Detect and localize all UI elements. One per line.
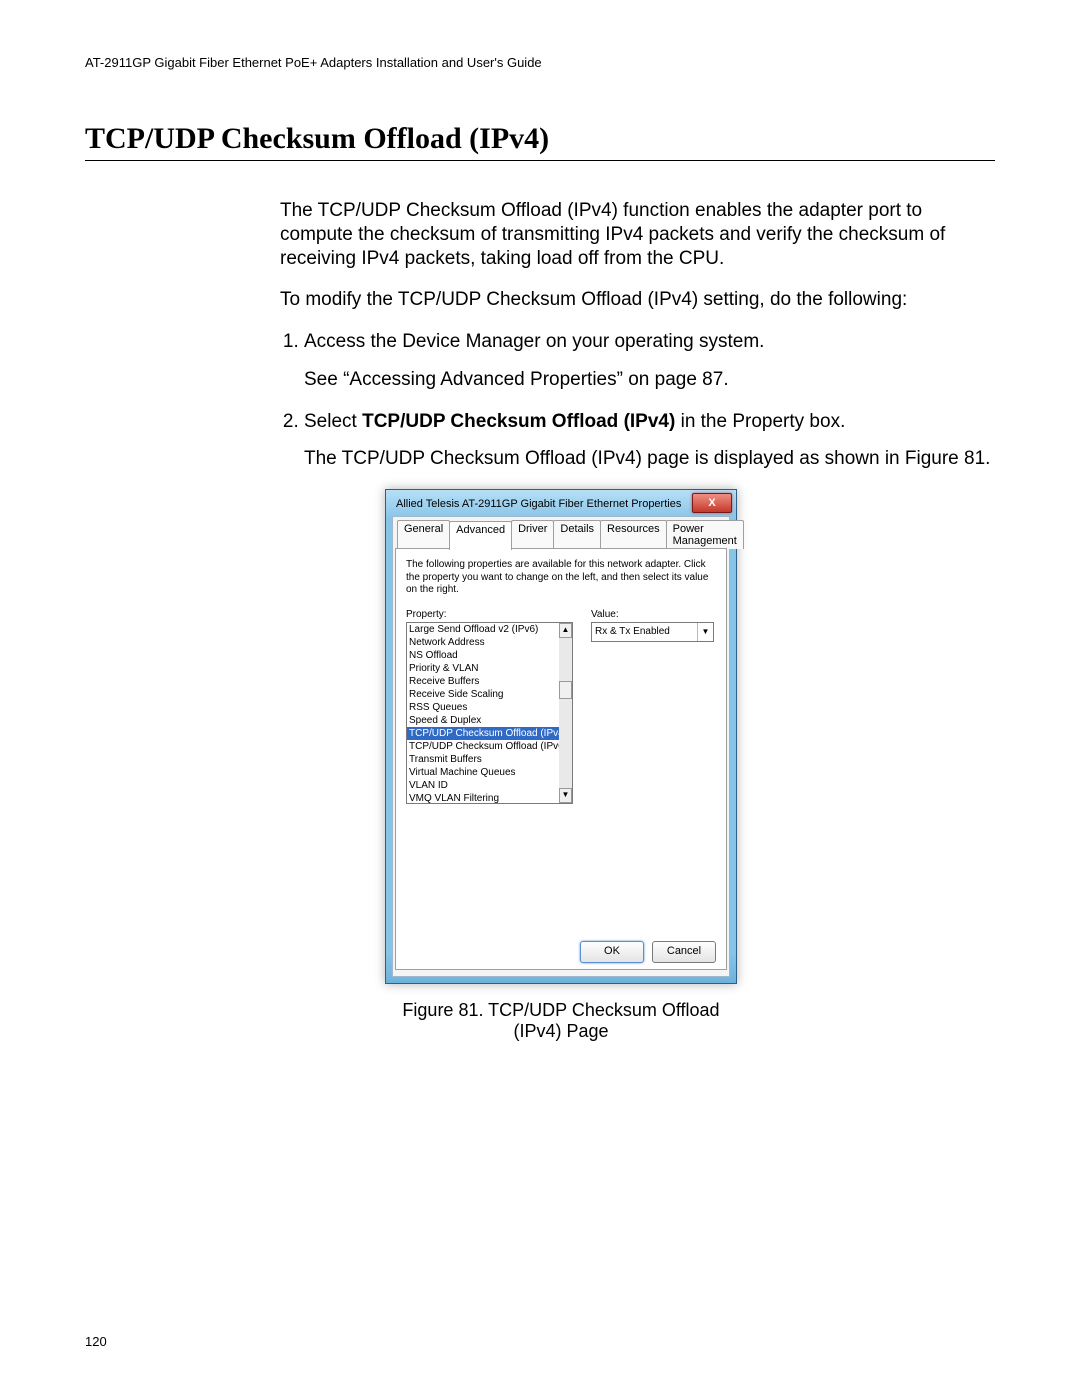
chevron-down-icon: ▼ bbox=[697, 623, 713, 641]
value-dropdown[interactable]: Rx & Tx Enabled ▼ bbox=[591, 622, 714, 642]
property-item[interactable]: Large Send Offload v2 (IPv6) bbox=[407, 623, 559, 636]
property-item[interactable]: TCP/UDP Checksum Offload (IPv6) bbox=[407, 740, 559, 753]
property-item[interactable]: Speed & Duplex bbox=[407, 714, 559, 727]
cancel-button[interactable]: Cancel bbox=[652, 941, 716, 963]
paragraph-instruction: To modify the TCP/UDP Checksum Offload (… bbox=[280, 288, 995, 312]
ok-button[interactable]: OK bbox=[580, 941, 644, 963]
tab-driver[interactable]: Driver bbox=[511, 520, 554, 549]
value-text: Rx & Tx Enabled bbox=[595, 626, 670, 637]
property-item[interactable]: Receive Side Scaling bbox=[407, 688, 559, 701]
property-item[interactable]: TCP/UDP Checksum Offload (IPv4) bbox=[407, 727, 559, 740]
property-item[interactable]: Transmit Buffers bbox=[407, 753, 559, 766]
property-item[interactable]: Virtual Machine Queues bbox=[407, 766, 559, 779]
value-label: Value: bbox=[591, 609, 714, 620]
property-item[interactable]: VLAN ID bbox=[407, 779, 559, 792]
property-item[interactable]: NS Offload bbox=[407, 649, 559, 662]
dialog-figure: Allied Telesis AT-2911GP Gigabit Fiber E… bbox=[385, 489, 737, 1042]
dialog-instructions: The following properties are available f… bbox=[406, 559, 716, 597]
figure-caption: Figure 81. TCP/UDP Checksum Offload (IPv… bbox=[385, 1000, 737, 1042]
tab-resources[interactable]: Resources bbox=[600, 520, 667, 549]
property-scrollbar[interactable]: ▲ ▼ bbox=[559, 623, 572, 803]
step-2-note: The TCP/UDP Checksum Offload (IPv4) page… bbox=[304, 447, 995, 471]
step-2-pre: Select bbox=[304, 411, 362, 432]
tab-general[interactable]: General bbox=[397, 520, 450, 549]
property-item[interactable]: RSS Queues bbox=[407, 701, 559, 714]
scroll-down-button[interactable]: ▼ bbox=[559, 788, 572, 803]
page-number: 120 bbox=[85, 1334, 107, 1349]
property-item[interactable]: VMQ VLAN Filtering bbox=[407, 792, 559, 804]
property-label: Property: bbox=[406, 609, 573, 620]
property-item[interactable]: Network Address bbox=[407, 636, 559, 649]
step-2-bold: TCP/UDP Checksum Offload (IPv4) bbox=[362, 411, 675, 432]
tab-advanced[interactable]: Advanced bbox=[449, 521, 512, 550]
scroll-thumb[interactable] bbox=[559, 681, 572, 699]
paragraph-intro: The TCP/UDP Checksum Offload (IPv4) func… bbox=[280, 199, 995, 270]
doc-header: AT-2911GP Gigabit Fiber Ethernet PoE+ Ad… bbox=[85, 55, 995, 70]
step-2-post: in the Property box. bbox=[675, 411, 845, 432]
dialog-title: Allied Telesis AT-2911GP Gigabit Fiber E… bbox=[396, 498, 692, 510]
close-button[interactable]: X bbox=[692, 493, 732, 513]
step-1-note: See “Accessing Advanced Properties” on p… bbox=[304, 368, 995, 392]
section-title: TCP/UDP Checksum Offload (IPv4) bbox=[85, 122, 995, 161]
close-icon: X bbox=[708, 497, 715, 509]
property-listbox[interactable]: Large Send Offload v2 (IPv6)Network Addr… bbox=[406, 622, 573, 804]
property-item[interactable]: Priority & VLAN bbox=[407, 662, 559, 675]
scroll-up-button[interactable]: ▲ bbox=[559, 623, 572, 638]
step-1-text: Access the Device Manager on your operat… bbox=[304, 331, 764, 352]
tab-details[interactable]: Details bbox=[553, 520, 601, 549]
property-item[interactable]: Receive Buffers bbox=[407, 675, 559, 688]
tab-power-management[interactable]: Power Management bbox=[666, 520, 744, 549]
